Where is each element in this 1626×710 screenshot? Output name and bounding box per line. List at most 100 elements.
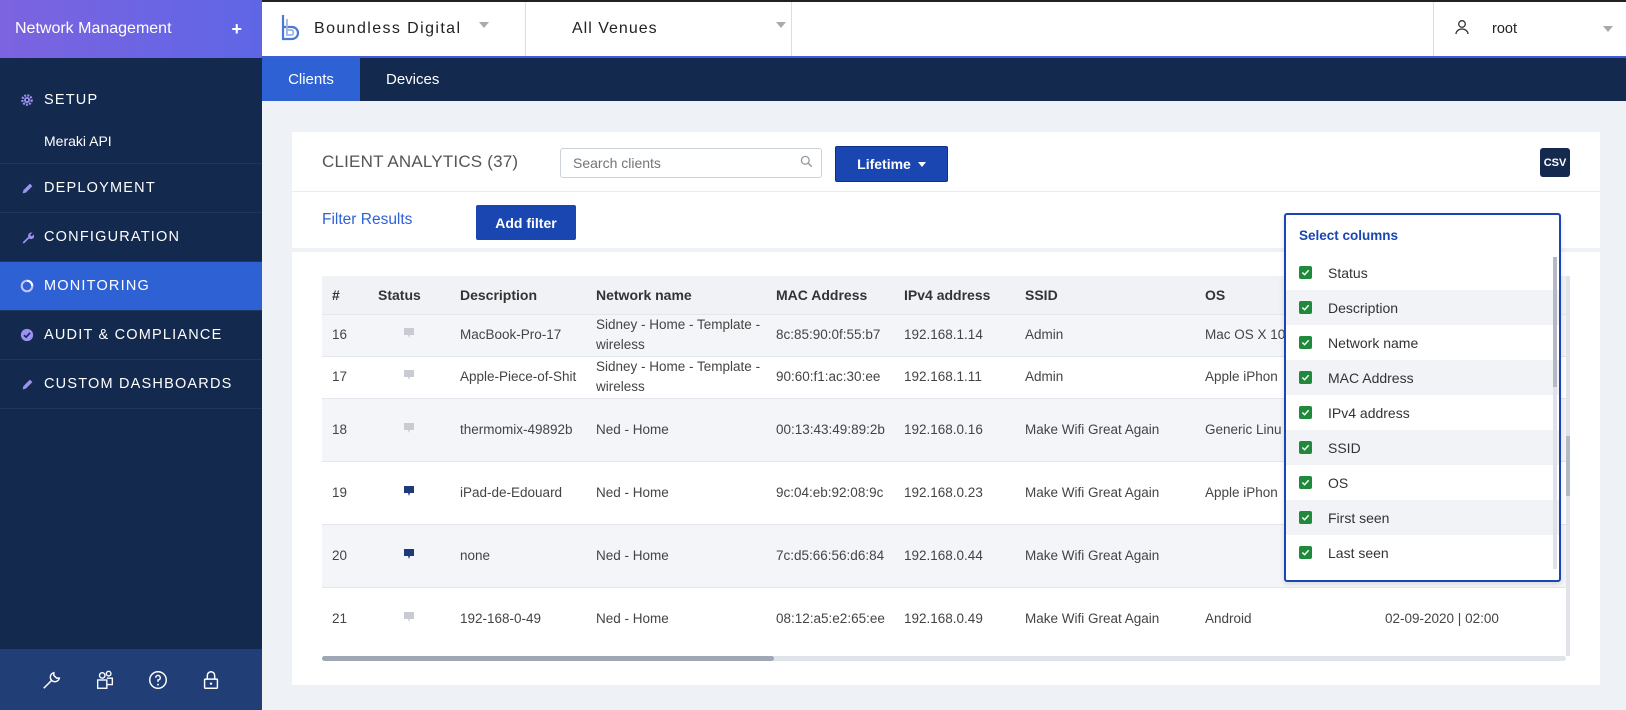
cell-ssid: Make Wifi Great Again	[1015, 460, 1195, 524]
lock-icon[interactable]	[199, 668, 223, 692]
column-option[interactable]: OS	[1286, 465, 1559, 500]
csv-export-button[interactable]: CSV	[1540, 148, 1570, 177]
checkbox-checked-icon[interactable]	[1299, 441, 1312, 454]
column-option[interactable]: Description	[1286, 290, 1559, 325]
sidebar-item-deployment[interactable]: DEPLOYMENT	[0, 164, 262, 213]
venue-selector[interactable]: All Venues	[526, 2, 792, 56]
cell-num: 16	[322, 313, 368, 356]
cell-ssid: Make Wifi Great Again	[1015, 586, 1195, 650]
sidebar-item-meraki-api[interactable]: Meraki API	[0, 118, 262, 164]
column-option-label: Status	[1328, 264, 1368, 281]
sidebar-footer	[0, 649, 262, 710]
wrench-icon	[20, 230, 34, 244]
users-icon[interactable]	[93, 668, 117, 692]
sidebar-item-label: CONFIGURATION	[44, 229, 181, 245]
cell-description: thermomix-49892b	[450, 397, 586, 461]
column-option[interactable]: SSID	[1286, 430, 1559, 465]
column-option[interactable]: Network name	[1286, 325, 1559, 360]
cell-network: Ned - Home	[586, 397, 766, 461]
cell-num: 21	[322, 586, 368, 650]
checkbox-checked-icon[interactable]	[1299, 336, 1312, 349]
search-icon[interactable]	[800, 155, 813, 173]
status-cell	[368, 460, 450, 524]
status-cell	[368, 313, 450, 356]
cell-description: MacBook-Pro-17	[450, 313, 586, 356]
org-selector[interactable]: Boundless Digital	[262, 2, 526, 56]
column-header[interactable]: Network name	[586, 276, 766, 314]
table-vertical-scrollbar[interactable]	[1566, 276, 1570, 656]
checkbox-checked-icon[interactable]	[1299, 406, 1312, 419]
venue-name: All Venues	[572, 20, 658, 37]
column-picker-title: Select columns	[1299, 227, 1399, 243]
cell-ipv4: 192.168.1.11	[894, 355, 1015, 398]
status-icon	[403, 548, 415, 563]
filter-results-link[interactable]: Filter Results	[322, 211, 412, 229]
column-header[interactable]: Description	[450, 276, 586, 314]
cell-network: Sidney - Home - Template - wireless	[586, 313, 766, 356]
user-icon	[1454, 19, 1470, 39]
scrollbar-thumb[interactable]	[1566, 436, 1570, 496]
status-cell	[368, 523, 450, 587]
table-horizontal-scrollbar[interactable]	[322, 656, 1566, 661]
wrench-icon[interactable]	[40, 668, 64, 692]
scrollbar-thumb[interactable]	[322, 656, 774, 661]
column-header[interactable]: SSID	[1015, 276, 1195, 314]
sidebar-item-audit-compliance[interactable]: AUDIT & COMPLIANCE	[0, 311, 262, 360]
tab-devices[interactable]: Devices	[360, 58, 465, 101]
sidebar-item-monitoring[interactable]: MONITORING	[0, 262, 262, 311]
sidebar-item-configuration[interactable]: CONFIGURATION	[0, 213, 262, 262]
cell-network: Ned - Home	[586, 586, 766, 650]
cell-mac: 08:12:a5:e2:65:ee	[766, 586, 894, 650]
add-button[interactable]: +	[231, 19, 242, 40]
cell-ssid: Make Wifi Great Again	[1015, 523, 1195, 587]
column-header[interactable]: IPv4 address	[894, 276, 1015, 314]
checkbox-checked-icon[interactable]	[1299, 301, 1312, 314]
time-range-dropdown[interactable]: Lifetime	[835, 146, 948, 182]
cell-mac: 7c:d5:66:56:d6:84	[766, 523, 894, 587]
search-input[interactable]	[560, 148, 822, 178]
column-option[interactable]: Status	[1286, 255, 1559, 290]
cell-num: 18	[322, 397, 368, 461]
sidebar-item-setup[interactable]: SETUP	[0, 82, 262, 118]
checkbox-checked-icon[interactable]	[1299, 371, 1312, 384]
status-icon	[403, 327, 415, 342]
checkbox-checked-icon[interactable]	[1299, 546, 1312, 559]
column-header[interactable]: #	[322, 276, 368, 314]
column-picker-options: Status Description Network name MAC Address…	[1286, 255, 1559, 570]
sidebar-item-custom-dashboards[interactable]: CUSTOM DASHBOARDS	[0, 360, 262, 409]
scrollbar-thumb[interactable]	[1553, 257, 1557, 387]
column-option-label: MAC Address	[1328, 369, 1414, 386]
sidebar-item-label: Meraki API	[44, 132, 112, 149]
checkbox-checked-icon[interactable]	[1299, 476, 1312, 489]
column-option[interactable]: Last seen	[1286, 535, 1559, 570]
column-option[interactable]: First seen	[1286, 500, 1559, 535]
column-picker-dropdown: Select columns Status Description Network …	[1284, 213, 1561, 582]
sidebar-header: Network Management +	[0, 0, 262, 58]
column-header[interactable]: Status	[368, 276, 450, 314]
cell-description: iPad-de-Edouard	[450, 460, 586, 524]
card-toolbar: CLIENT ANALYTICS (37) Lifetime CSV	[292, 132, 1600, 192]
add-filter-button[interactable]: Add filter	[476, 205, 576, 240]
monitor-icon	[20, 279, 34, 293]
column-option[interactable]: IPv4 address	[1286, 395, 1559, 430]
cell-ssid: Admin	[1015, 355, 1195, 398]
pencil-icon	[20, 377, 34, 391]
user-menu[interactable]: root	[1433, 2, 1626, 56]
checkbox-checked-icon[interactable]	[1299, 266, 1312, 279]
column-picker-scrollbar[interactable]	[1553, 257, 1557, 569]
sidebar-item-label: MONITORING	[44, 278, 150, 294]
gear-icon	[20, 93, 34, 107]
cell-description: 192-168-0-49	[450, 586, 586, 650]
status-cell	[368, 397, 450, 461]
cell-num: 17	[322, 355, 368, 398]
cell-description: Apple-Piece-of-Shit	[450, 355, 586, 398]
table-row[interactable]: 21 192-168-0-49 Ned - Home 08:12:a5:e2:65:e…	[322, 586, 1566, 650]
help-icon[interactable]	[146, 668, 170, 692]
tab-clients[interactable]: Clients	[262, 58, 360, 101]
cell-description: none	[450, 523, 586, 587]
brand-logo-icon	[280, 13, 302, 46]
column-option-label: Last seen	[1328, 544, 1389, 561]
column-option[interactable]: MAC Address	[1286, 360, 1559, 395]
checkbox-checked-icon[interactable]	[1299, 511, 1312, 524]
column-header[interactable]: MAC Address	[766, 276, 894, 314]
